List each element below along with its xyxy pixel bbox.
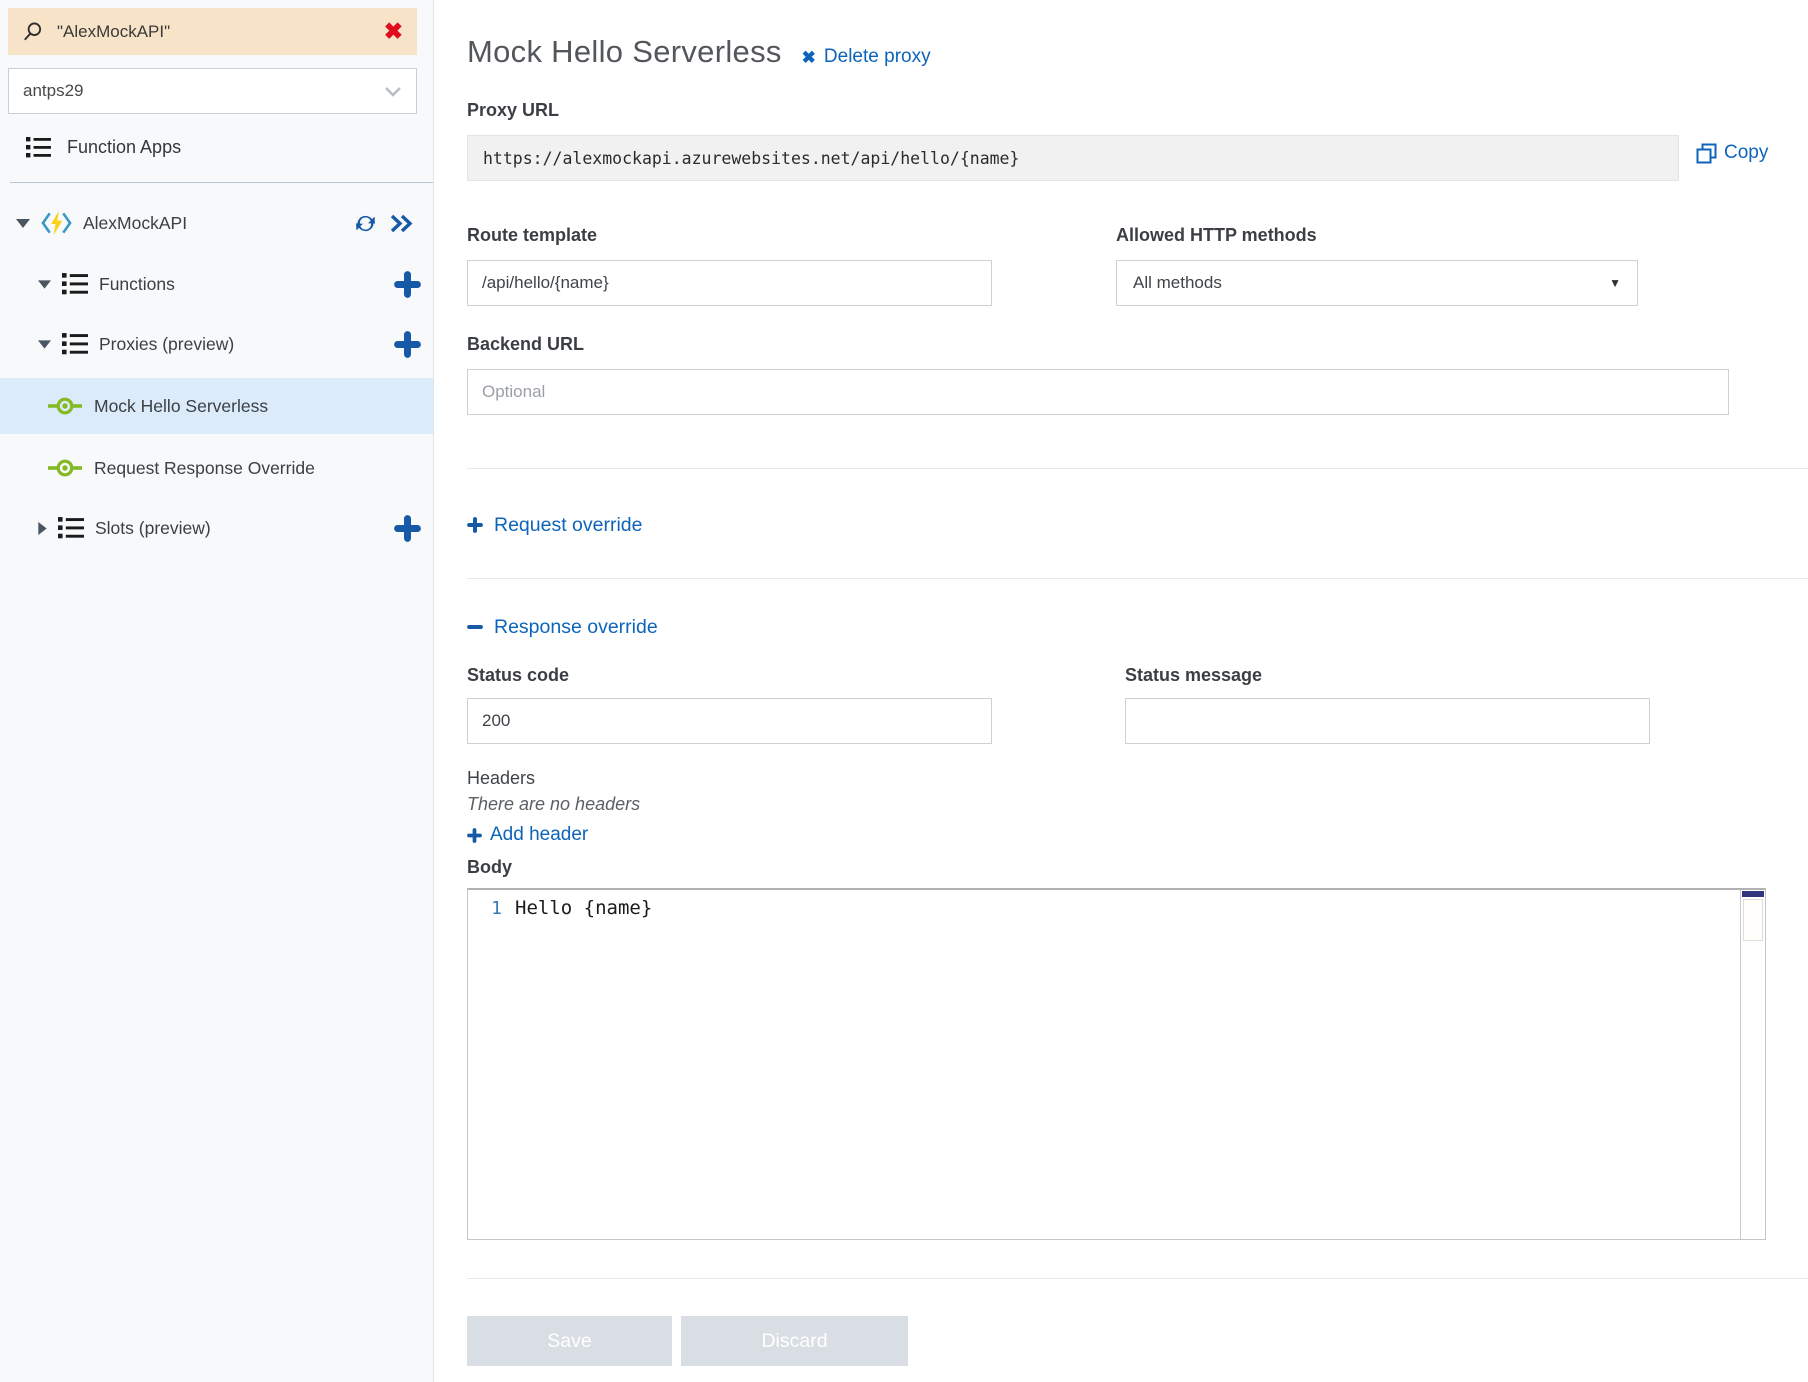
response-override-toggle[interactable]: Response override bbox=[467, 609, 658, 645]
proxy-url-field[interactable]: https://alexmockapi.azurewebsites.net/ap… bbox=[467, 135, 1679, 181]
http-methods-value: All methods bbox=[1133, 273, 1222, 293]
editor-scrollbar[interactable] bbox=[1740, 890, 1765, 1239]
plus-icon bbox=[467, 828, 482, 843]
caret-down-icon[interactable] bbox=[38, 280, 51, 289]
proxies-label: Proxies (preview) bbox=[99, 334, 234, 355]
http-methods-select[interactable]: All methods ▼ bbox=[1116, 260, 1638, 306]
tree-item-functions[interactable]: Functions bbox=[0, 258, 433, 310]
caret-right-icon[interactable] bbox=[38, 522, 47, 535]
add-header-button[interactable]: Add header bbox=[467, 821, 588, 849]
status-code-input[interactable] bbox=[467, 698, 992, 744]
save-button[interactable]: Save bbox=[467, 1316, 672, 1366]
add-function-icon[interactable] bbox=[394, 271, 421, 298]
tree-item-slots[interactable]: Slots (preview) bbox=[0, 502, 433, 554]
request-override-label: Request override bbox=[494, 514, 643, 537]
backend-url-label: Backend URL bbox=[467, 334, 1808, 355]
status-message-label: Status message bbox=[1125, 665, 1650, 686]
code-text: Hello {name} bbox=[509, 897, 652, 919]
editor-line[interactable]: 1 Hello {name} bbox=[468, 892, 1765, 924]
chevron-down-icon bbox=[384, 86, 402, 97]
app-name-label: AlexMockAPI bbox=[83, 213, 187, 234]
status-message-group: Status message bbox=[1125, 665, 1650, 744]
copy-button[interactable]: Copy bbox=[1696, 142, 1768, 164]
sidebar: "AlexMockAPI" ✖ antps29 Function Apps Al… bbox=[0, 0, 434, 1382]
http-methods-group: Allowed HTTP methods All methods ▼ bbox=[1116, 225, 1638, 306]
status-code-label: Status code bbox=[467, 665, 992, 686]
no-headers-text: There are no headers bbox=[467, 794, 1808, 815]
search-icon bbox=[22, 21, 44, 43]
tree-item-app[interactable]: AlexMockAPI bbox=[0, 196, 433, 250]
collapse-sidebar-icon[interactable] bbox=[390, 214, 415, 233]
refresh-icon[interactable] bbox=[354, 212, 377, 235]
function-apps-label: Function Apps bbox=[67, 137, 181, 158]
response-override-label: Response override bbox=[494, 616, 658, 639]
tree-item-request-response-override[interactable]: Request Response Override bbox=[0, 440, 433, 496]
proxy-item-label: Request Response Override bbox=[94, 458, 315, 479]
list-icon bbox=[62, 273, 88, 295]
section-divider bbox=[467, 578, 1808, 579]
search-input[interactable]: "AlexMockAPI" ✖ bbox=[8, 8, 417, 55]
sidebar-divider bbox=[10, 182, 433, 183]
delete-proxy-label: Delete proxy bbox=[824, 46, 931, 68]
route-template-label: Route template bbox=[467, 225, 992, 246]
section-divider bbox=[467, 468, 1808, 469]
proxy-item-label: Mock Hello Serverless bbox=[94, 396, 268, 417]
headers-label: Headers bbox=[467, 768, 1808, 789]
list-icon bbox=[58, 517, 84, 539]
select-arrow-icon: ▼ bbox=[1609, 276, 1621, 290]
list-icon bbox=[62, 333, 88, 355]
plus-icon bbox=[467, 517, 483, 533]
page-title: Mock Hello Serverless bbox=[467, 34, 782, 70]
route-template-input[interactable] bbox=[467, 260, 992, 306]
search-value: "AlexMockAPI" bbox=[57, 22, 170, 42]
subscription-value: antps29 bbox=[23, 81, 84, 101]
scroll-marker bbox=[1742, 891, 1764, 897]
status-message-input[interactable] bbox=[1125, 698, 1650, 744]
caret-down-icon[interactable] bbox=[38, 340, 51, 349]
tree-item-mock-hello-serverless[interactable]: Mock Hello Serverless bbox=[0, 378, 433, 434]
proxy-icon bbox=[48, 395, 82, 417]
function-app-logo-icon bbox=[41, 210, 72, 236]
add-slot-icon[interactable] bbox=[394, 515, 421, 542]
status-code-group: Status code bbox=[467, 665, 992, 744]
slots-label: Slots (preview) bbox=[95, 518, 211, 539]
add-proxy-icon[interactable] bbox=[394, 331, 421, 358]
clear-search-icon[interactable]: ✖ bbox=[384, 20, 403, 43]
discard-button[interactable]: Discard bbox=[681, 1316, 908, 1366]
tree-item-proxies[interactable]: Proxies (preview) bbox=[0, 318, 433, 370]
body-label: Body bbox=[467, 857, 1808, 878]
route-template-group: Route template bbox=[467, 225, 992, 306]
functions-label: Functions bbox=[99, 274, 175, 295]
copy-label: Copy bbox=[1724, 142, 1768, 164]
proxy-icon bbox=[48, 457, 82, 479]
line-number: 1 bbox=[468, 898, 509, 919]
copy-icon bbox=[1696, 143, 1717, 164]
body-code-editor[interactable]: 1 Hello {name} bbox=[467, 888, 1766, 1240]
minus-icon bbox=[467, 619, 483, 635]
backend-url-input[interactable] bbox=[467, 369, 1729, 415]
add-header-label: Add header bbox=[490, 824, 588, 846]
scroll-thumb[interactable] bbox=[1743, 899, 1763, 941]
request-override-toggle[interactable]: Request override bbox=[467, 507, 643, 543]
delete-x-icon: ✖ bbox=[802, 49, 816, 66]
http-methods-label: Allowed HTTP methods bbox=[1116, 225, 1638, 246]
list-icon bbox=[26, 137, 51, 158]
proxy-url-label: Proxy URL bbox=[467, 100, 1808, 121]
proxy-detail-panel: Mock Hello Serverless ✖ Delete proxy Pro… bbox=[434, 0, 1808, 1382]
section-divider bbox=[467, 1278, 1808, 1279]
delete-proxy-button[interactable]: ✖ Delete proxy bbox=[802, 46, 931, 68]
subscription-dropdown[interactable]: antps29 bbox=[8, 68, 417, 114]
caret-down-icon[interactable] bbox=[16, 219, 30, 228]
sidebar-item-function-apps[interactable]: Function Apps bbox=[0, 124, 433, 170]
